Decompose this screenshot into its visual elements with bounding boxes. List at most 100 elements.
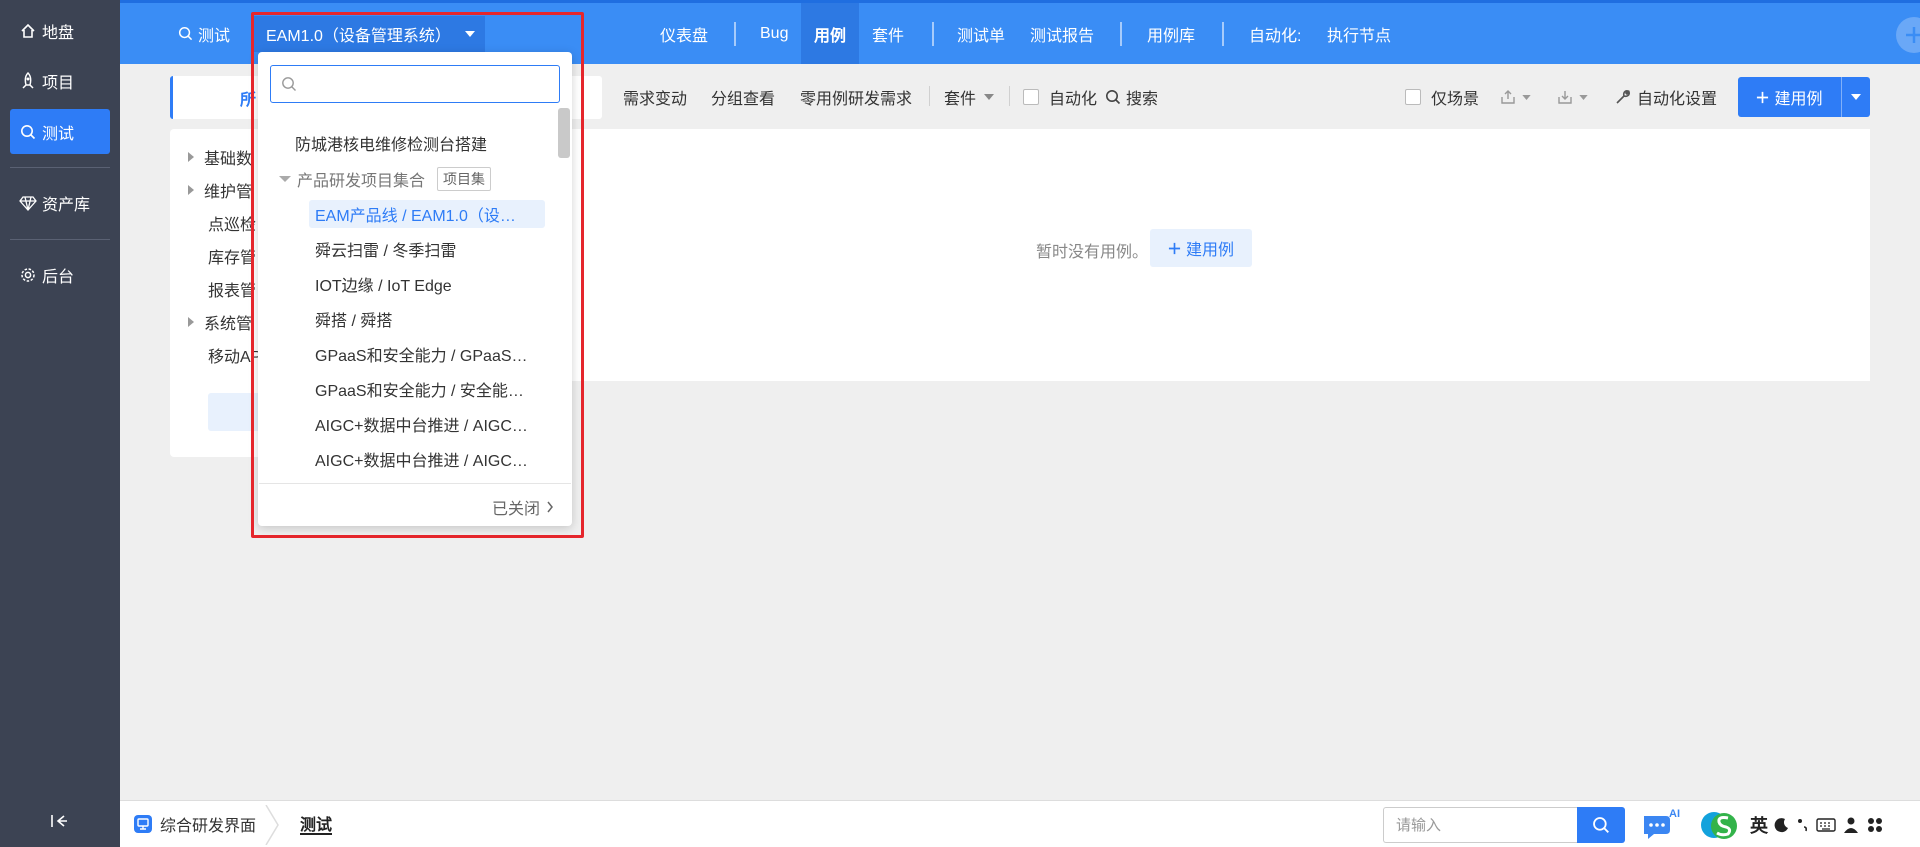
global-create-button[interactable] [1896,17,1920,53]
toolbar-automation-settings[interactable]: 自动化设置 [1615,84,1717,110]
caret-down-icon [464,31,475,37]
caret-right-icon [188,317,194,327]
sidebar-item-project[interactable]: 项目 [10,58,110,103]
bottom-current-crumb[interactable]: 测试 [300,813,333,835]
tree-node[interactable]: 移动AP [208,344,261,366]
nav-bug[interactable]: Bug [760,3,788,64]
sidebar-item-label: 测试 [42,125,75,143]
export-icon [1501,90,1515,104]
dropdown-item[interactable]: 防城港核电维修检测台搭建 [295,129,487,157]
moon-icon [1774,818,1788,833]
tree-node[interactable]: 基础数 [188,146,252,168]
left-sidebar: 地盘 项目 测试 资产库 后台 [0,0,120,847]
create-case-main[interactable]: 建用例 [1738,77,1842,117]
product-search-input[interactable] [303,69,559,99]
ime-toolbar[interactable]: 英 [1700,808,1884,842]
module-breadcrumb[interactable]: 测试 [178,3,230,64]
sidebar-item-label: 资产库 [42,196,91,214]
nav-case-library[interactable]: 用例库 [1147,3,1195,64]
tree-node[interactable]: 库存管 [208,245,256,267]
tree-node[interactable]: 点巡检 [208,212,256,234]
dropdown-scrollbar[interactable] [558,108,570,158]
sidebar-item-dashboard[interactable]: 地盘 [10,8,110,53]
ai-chat-icon[interactable]: AI [1640,806,1680,842]
rocket-icon [18,71,38,91]
empty-create-case-button[interactable]: 建用例 [1150,229,1252,267]
dropdown-item-selected[interactable]: EAM产品线 / EAM1.0（设… [309,200,545,228]
toolbar-requirement-changes[interactable]: 需求变动 [623,84,687,110]
ime-mode-label: 英 [1750,816,1768,836]
toolbar-search[interactable]: 搜索 [1105,84,1158,110]
plus-icon [1906,27,1920,43]
bottom-search-button[interactable] [1577,807,1625,843]
sidebar-divider [10,167,110,168]
tab-count-badge [578,84,602,110]
nav-dashboard[interactable]: 仪表盘 [660,3,708,64]
dropdown-item[interactable]: 舜搭 / 舜搭 [309,305,545,333]
create-case-button[interactable]: 建用例 [1738,77,1870,117]
nav-suites[interactable]: 套件 [872,3,904,64]
sidebar-item-test[interactable]: 测试 [10,109,110,154]
bottom-search-input[interactable] [1396,816,1566,834]
crumb-separator-icon [265,805,279,845]
sidebar-item-label: 后台 [42,268,75,286]
sidebar-item-admin[interactable]: 后台 [10,252,110,297]
nav-cases[interactable]: 用例 [801,3,860,64]
sidebar-item-label: 地盘 [42,24,75,42]
sidebar-item-label: 项目 [42,74,75,92]
toolbar-zero-case-stories[interactable]: 零用例研发需求 [800,84,912,110]
dropdown-item[interactable]: 舜云扫雷 / 冬季扫雷 [309,235,545,263]
nav-separator [734,22,736,46]
automation-settings-label: 自动化设置 [1637,91,1718,108]
toolbar-group-view[interactable]: 分组查看 [711,84,775,110]
tree-node[interactable]: 系统管 [188,311,252,333]
caret-down-icon [279,176,291,182]
dropdown-item[interactable]: GPaaS和安全能力 / 安全能… [309,375,545,403]
tree-node[interactable]: 维护管 [188,179,252,201]
toolbar-automation-filter[interactable]: 自动化 [1023,84,1097,110]
dropdown-item[interactable]: AIGC+数据中台推进 / AIGC… [309,445,545,473]
automation-checkbox[interactable] [1023,89,1039,105]
caret-down-icon [1579,94,1588,100]
nav-testtask[interactable]: 测试单 [957,3,1005,64]
all-tab-label: 所 [240,92,257,109]
product-search-box[interactable] [270,65,560,103]
automation-label: 自动化 [1049,91,1098,108]
bottom-app-label: 综合研发界面 [160,818,257,835]
grid-menu-icon [1868,818,1882,832]
tree-node[interactable]: 报表管 [208,278,256,300]
collapse-sidebar-button[interactable] [48,810,70,832]
dropdown-group[interactable]: 产品研发项目集合 项目集 [279,166,492,192]
create-case-dropdown[interactable] [1842,77,1870,117]
search-icon [1106,90,1121,105]
nav-separator [932,22,934,46]
scene-only-checkbox[interactable] [1405,89,1421,105]
dropdown-item[interactable]: IOT边缘 / IoT Edge [309,270,545,298]
toolbar-separator [929,86,930,106]
search-icon [282,77,296,91]
toolbar-import[interactable] [1557,84,1588,110]
bottom-app-crumb[interactable]: 综合研发界面 [133,813,256,835]
dropdown-item[interactable]: AIGC+数据中台推进 / AIGC… [309,410,545,438]
empty-message: 暂时没有用例。 [1036,244,1149,261]
nav-test-report[interactable]: 测试报告 [1030,3,1094,64]
toolbar-export[interactable] [1500,84,1531,110]
diamond-icon [18,193,38,213]
caret-down-icon [984,94,995,100]
closed-products-link[interactable]: 已关闭 [492,495,554,519]
toolbar-scene-only[interactable]: 仅场景 [1405,84,1479,110]
product-switcher[interactable]: EAM1.0（设备管理系统） [253,16,485,52]
bottom-search-box[interactable] [1383,807,1577,843]
nav-exec-node[interactable]: 执行节点 [1327,3,1391,64]
nav-automation[interactable]: 自动化: [1249,3,1301,64]
product-name: EAM1.0（设备管理系统） [266,28,451,45]
toolbar-suite-dropdown[interactable]: 套件 [944,84,995,110]
keyboard-icon [1816,818,1836,832]
search-label: 搜索 [1126,91,1159,108]
wrench-icon [1616,90,1630,104]
home-icon [18,21,38,41]
dropdown-item[interactable]: GPaaS和安全能力 / GPaaS… [309,340,545,368]
sidebar-item-assets[interactable]: 资产库 [10,180,110,225]
test-icon [18,122,38,142]
gear-icon [18,265,38,285]
